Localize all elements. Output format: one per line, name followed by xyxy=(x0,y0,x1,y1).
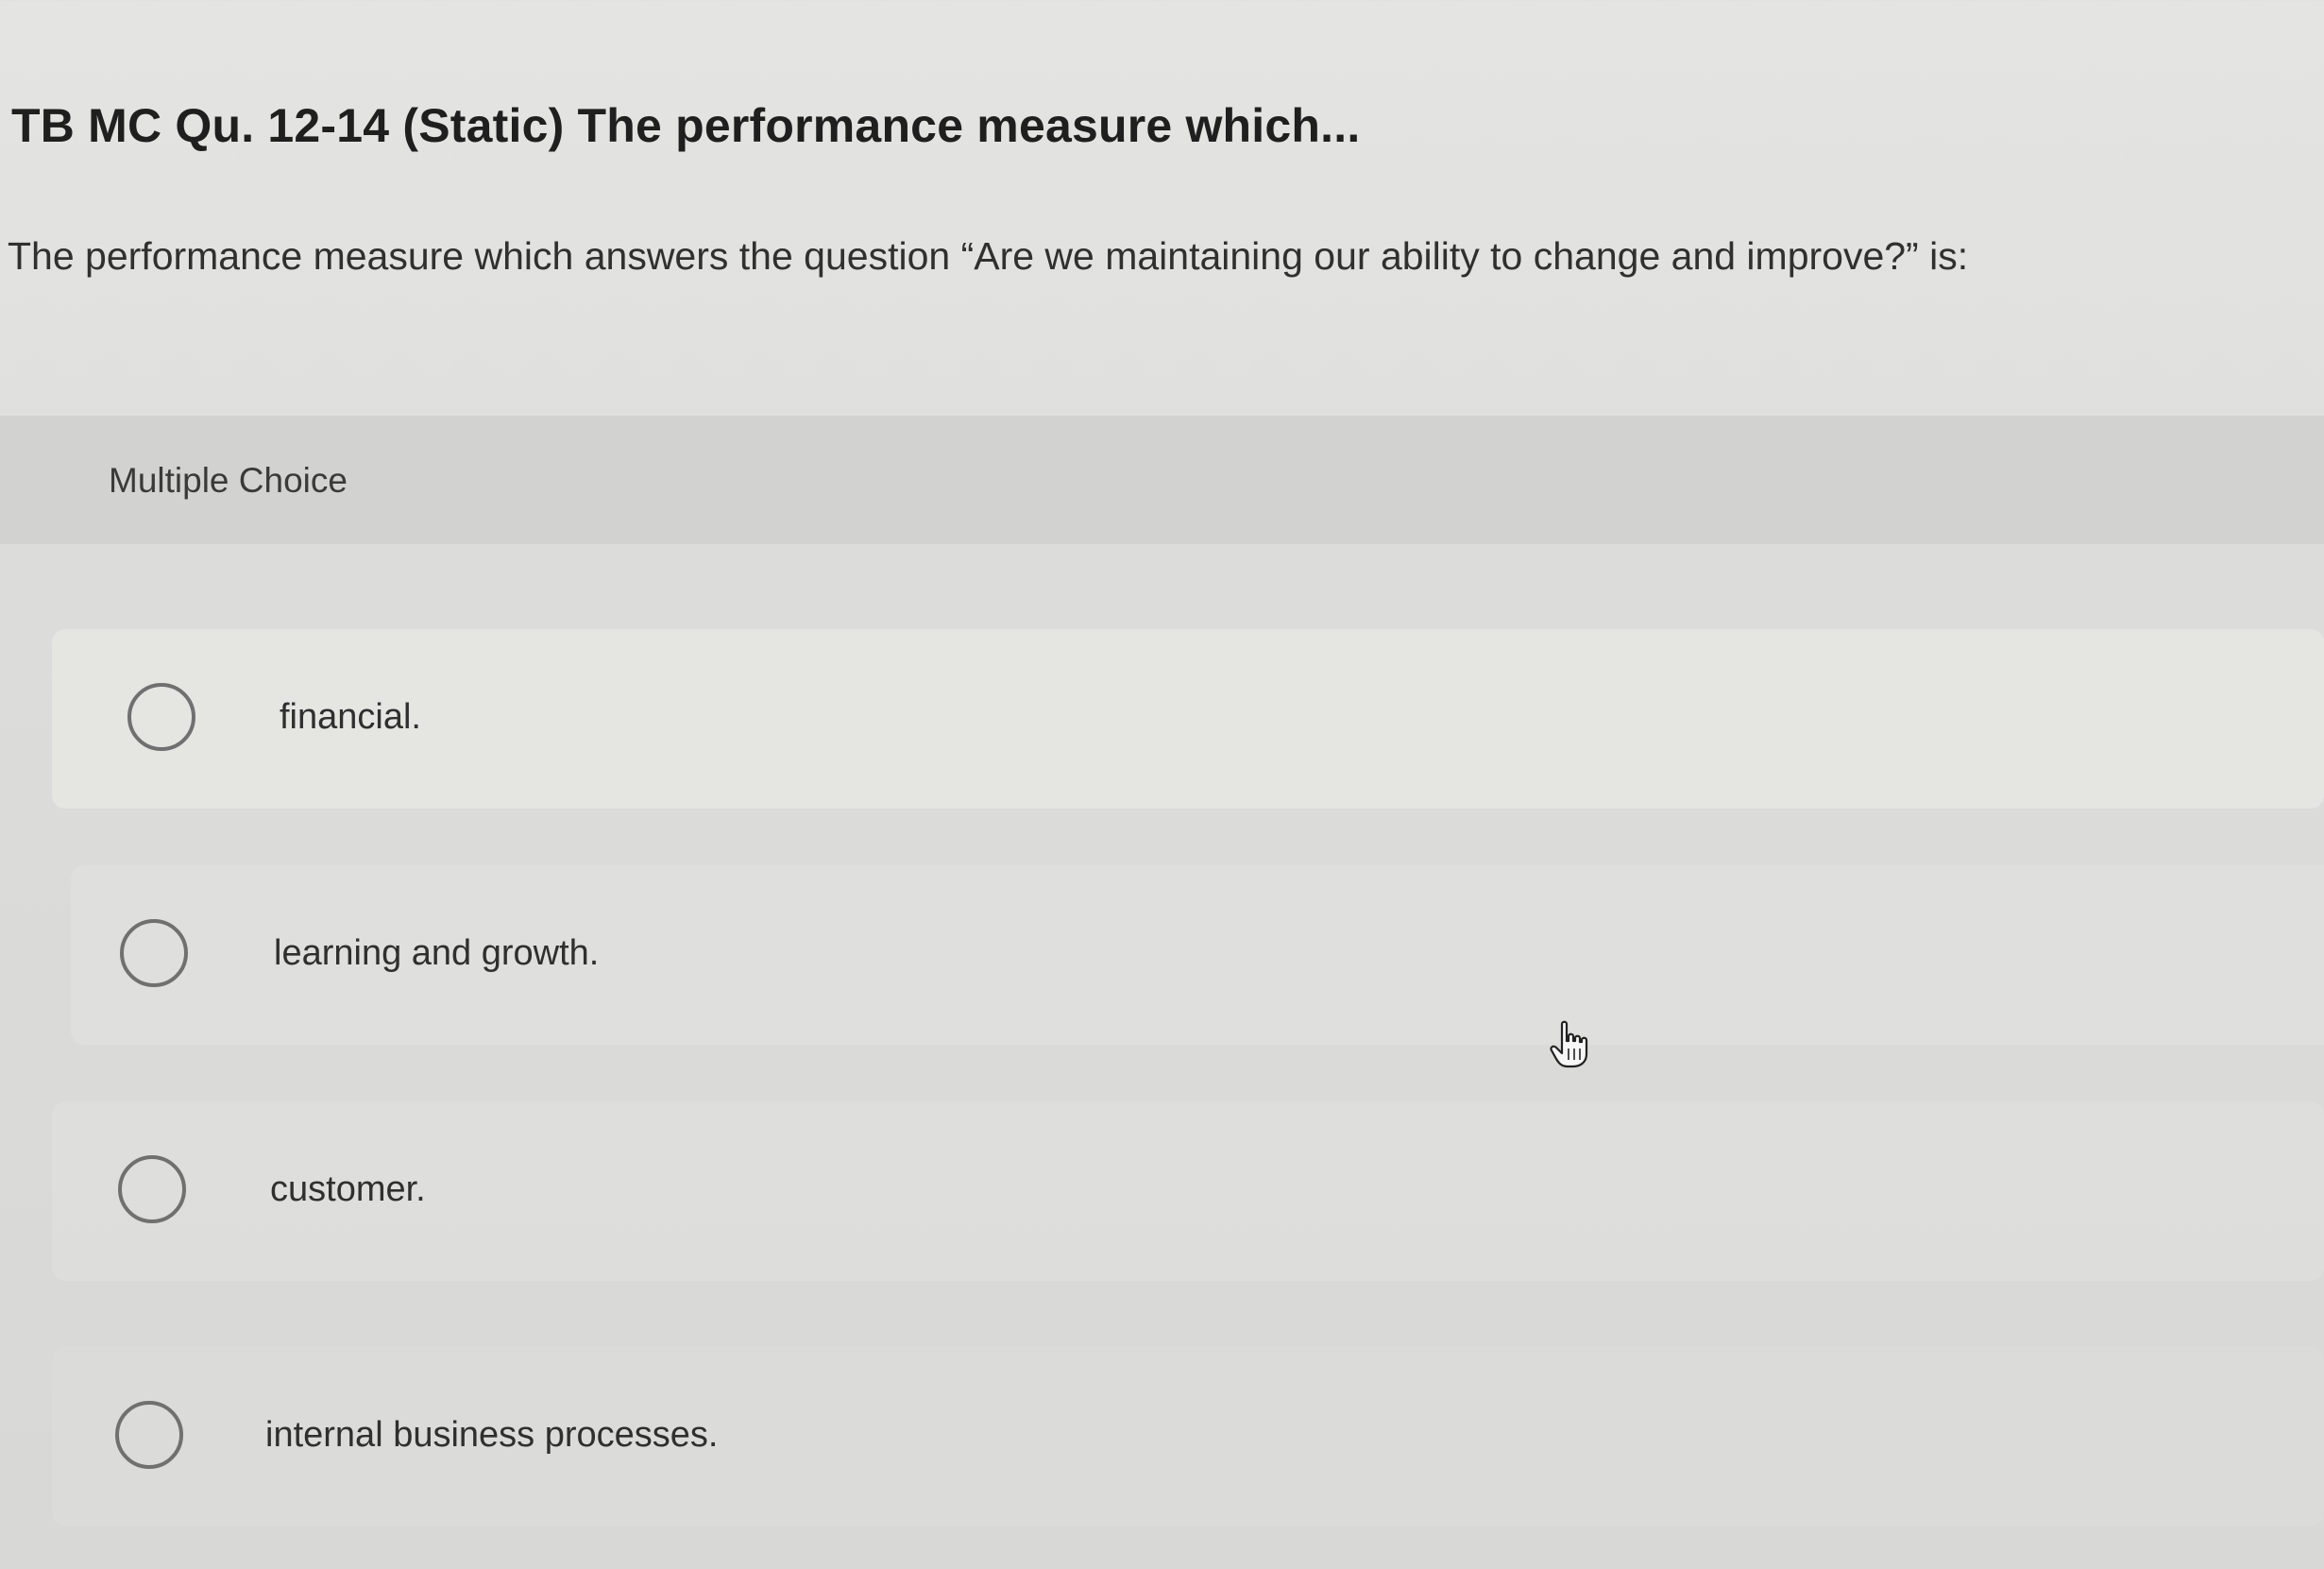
multiple-choice-label: Multiple Choice xyxy=(109,461,348,500)
radio-button[interactable] xyxy=(127,683,195,751)
multiple-choice-header: Multiple Choice xyxy=(0,416,2324,544)
radio-button[interactable] xyxy=(120,919,188,987)
answer-option-label: internal business processes. xyxy=(265,1415,719,1455)
answer-option-label: financial. xyxy=(280,697,421,737)
answer-option-learning-and-growth[interactable]: learning and growth. xyxy=(71,865,2324,1045)
quiz-page: TB MC Qu. 12-14 (Static) The performance… xyxy=(0,0,2324,1569)
answer-option-customer[interactable]: customer. xyxy=(52,1101,2324,1281)
radio-button[interactable] xyxy=(115,1401,183,1469)
question-text: The performance measure which answers th… xyxy=(8,234,1969,278)
answer-option-label: customer. xyxy=(270,1169,426,1209)
answer-option-internal-business-processes[interactable]: internal business processes. xyxy=(52,1347,2324,1526)
answer-option-financial[interactable]: financial. xyxy=(52,629,2324,809)
question-title: TB MC Qu. 12-14 (Static) The performance… xyxy=(11,99,1361,152)
answer-options: financial. learning and growth. customer… xyxy=(0,544,2324,1569)
radio-button[interactable] xyxy=(118,1155,186,1223)
answer-option-label: learning and growth. xyxy=(274,933,600,973)
hand-pointer-icon xyxy=(1550,1020,1588,1068)
